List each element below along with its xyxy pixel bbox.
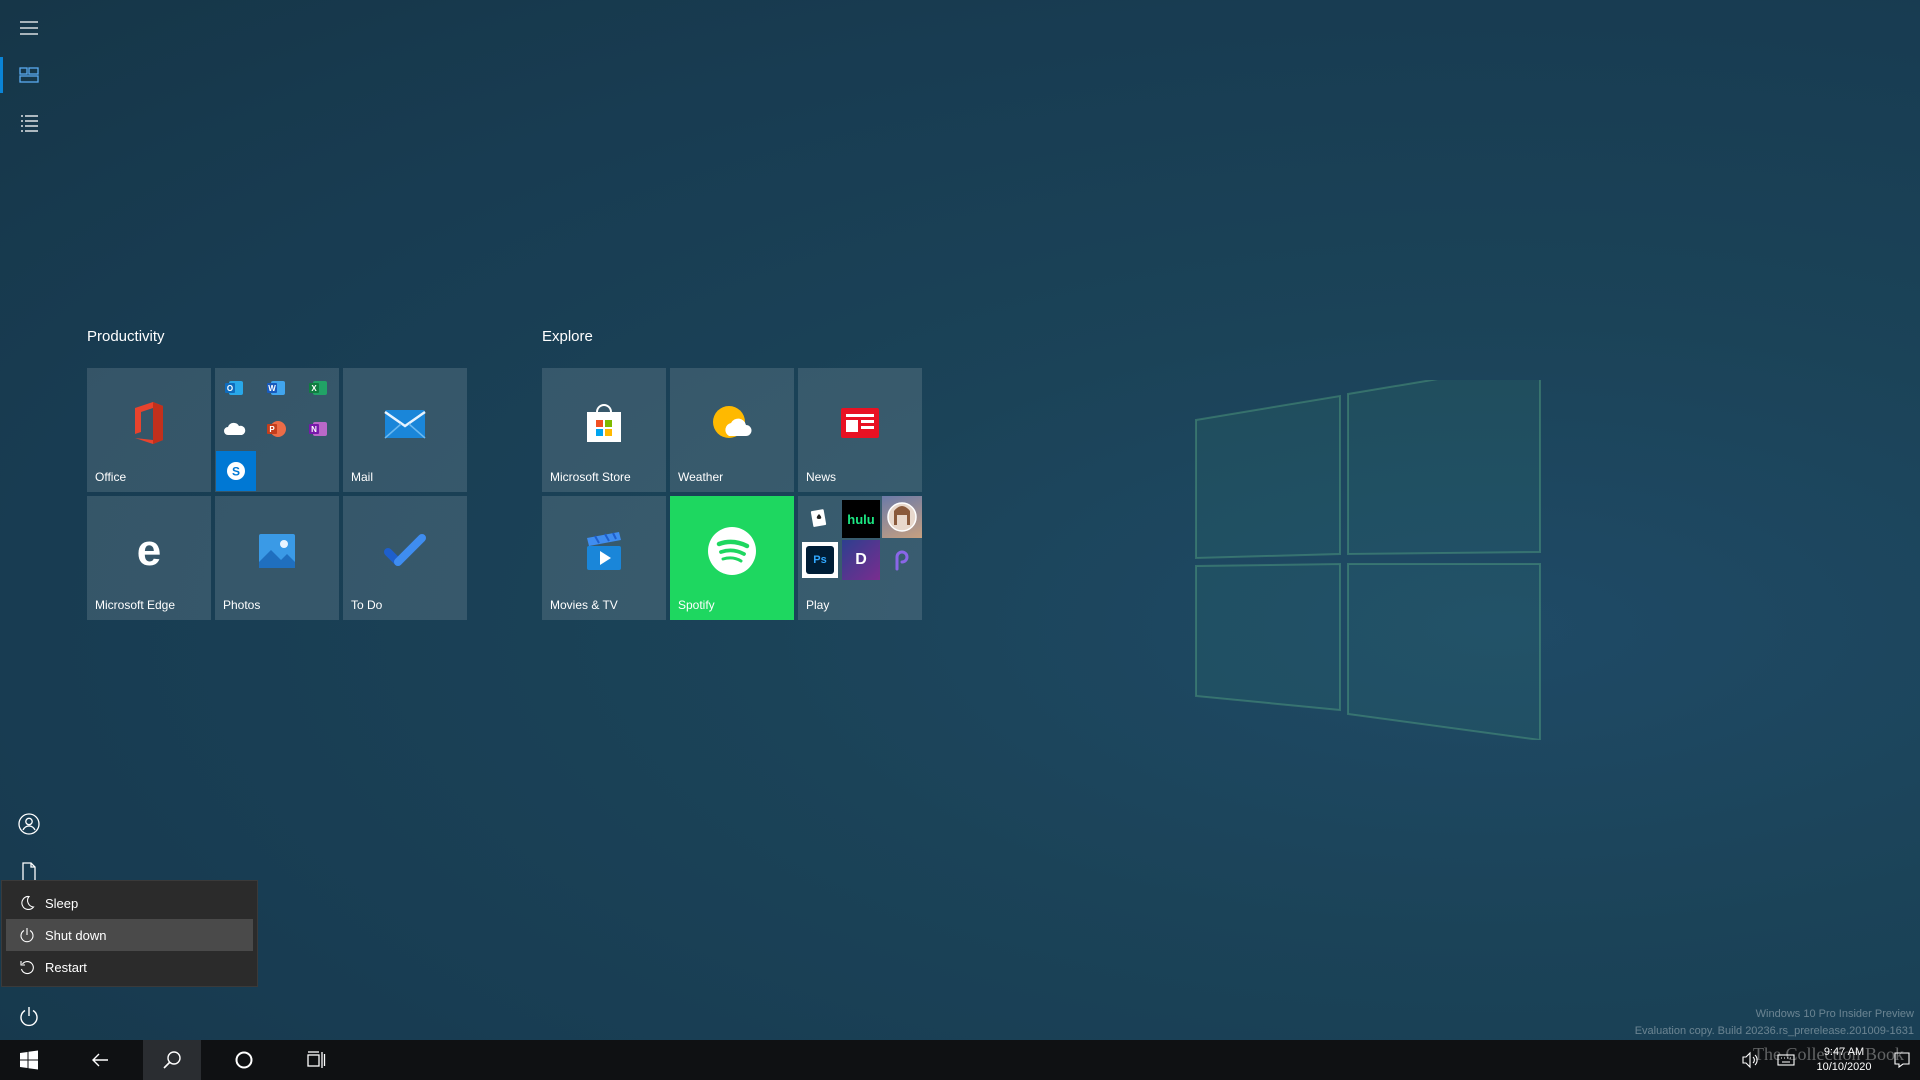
tile-microsoft-edge[interactable]: e Microsoft Edge: [87, 496, 211, 620]
tile-office[interactable]: Office: [87, 368, 211, 492]
svg-text:S: S: [232, 465, 240, 479]
menu-item-label: Restart: [45, 959, 87, 975]
excel-icon: X: [306, 375, 332, 401]
tile-office-apps-folder[interactable]: O W X P N S: [215, 368, 339, 492]
cortana-ring-icon: [235, 1051, 253, 1069]
cortana-button[interactable]: [215, 1040, 273, 1080]
dolby-access-icon: D: [842, 540, 880, 580]
tile-label: Weather: [678, 470, 724, 484]
back-button[interactable]: [71, 1040, 129, 1080]
outlook-icon: O: [222, 375, 248, 401]
tile-label: Play: [806, 598, 830, 612]
tile-to-do[interactable]: To Do: [343, 496, 467, 620]
tile-label: Movies & TV: [550, 598, 618, 612]
all-apps-button[interactable]: [0, 101, 58, 145]
skype-icon: S: [216, 451, 256, 491]
task-view-button[interactable]: [287, 1040, 345, 1080]
expand-menu-button[interactable]: [0, 6, 58, 50]
menu-icon: [20, 21, 38, 35]
tile-news[interactable]: News: [798, 368, 922, 492]
power-options-menu: Sleep Shut down Restart: [1, 880, 258, 987]
mail-icon: [384, 409, 426, 439]
power-icon: [20, 928, 34, 943]
photos-icon: [259, 533, 295, 568]
tile-label: Microsoft Edge: [95, 598, 176, 612]
tile-mail[interactable]: Mail: [343, 368, 467, 492]
news-icon: [841, 407, 879, 438]
menu-item-restart[interactable]: Restart: [6, 951, 253, 983]
tile-microsoft-store[interactable]: Microsoft Store: [542, 368, 666, 492]
taskbar: 9:47 AM 10/10/2020: [0, 1040, 1920, 1080]
tile-photos[interactable]: Photos: [215, 496, 339, 620]
tile-label: Photos: [223, 598, 261, 612]
store-icon: [587, 403, 621, 442]
group-title-explore[interactable]: Explore: [542, 328, 593, 345]
photoshop-logo: Ps: [806, 546, 834, 574]
tile-movies-tv[interactable]: Movies & TV: [542, 496, 666, 620]
tile-label: News: [806, 470, 837, 484]
svg-text:P: P: [269, 425, 275, 434]
sleep-moon-icon: [21, 895, 35, 911]
task-view-icon: [307, 1051, 326, 1068]
power-button[interactable]: [0, 994, 58, 1038]
pinned-tiles-button[interactable]: [0, 53, 58, 97]
brand-watermark: The Collection Book: [1753, 1044, 1904, 1064]
svg-text:W: W: [268, 384, 276, 393]
power-icon: [20, 1007, 38, 1027]
weather-icon: [713, 405, 752, 438]
group-title-productivity[interactable]: Productivity: [87, 328, 165, 345]
pinned-tiles-icon: [19, 67, 39, 83]
menu-item-label: Sleep: [45, 895, 79, 911]
search-button[interactable]: [143, 1040, 201, 1080]
tile-weather[interactable]: Weather: [670, 368, 794, 492]
movies-tv-icon: [587, 531, 621, 570]
svg-text:e: e: [137, 531, 161, 571]
wallpaper-windows-logo: [1195, 380, 1541, 740]
powerpoint-icon: P: [264, 416, 290, 442]
tile-label: To Do: [351, 598, 383, 612]
tile-label: Office: [95, 470, 127, 484]
office-icon: [135, 401, 163, 444]
photoshop-express-icon: Ps: [802, 542, 838, 578]
back-arrow-icon: [92, 1053, 108, 1067]
onedrive-icon: [222, 416, 248, 442]
onenote-icon: N: [306, 416, 332, 442]
build-watermark: Windows 10 Pro Insider Preview Evaluatio…: [1635, 1006, 1914, 1040]
svg-text:N: N: [311, 425, 317, 434]
tile-label: Spotify: [678, 598, 715, 612]
windows-logo-icon: [20, 1050, 38, 1070]
todo-checkmark-icon: [384, 533, 426, 566]
tile-label: Microsoft Store: [550, 470, 631, 484]
picsart-icon: [882, 542, 922, 578]
search-icon: [163, 1051, 181, 1069]
word-icon: W: [264, 375, 290, 401]
restart-icon: [20, 961, 34, 975]
tile-play-folder[interactable]: hulu Ps D Play: [798, 496, 922, 620]
all-apps-list-icon: [21, 115, 38, 132]
spotify-icon: [708, 526, 756, 575]
tile-spotify[interactable]: Spotify: [670, 496, 794, 620]
watermark-line2: Evaluation copy. Build 20236.rs_prerelea…: [1634, 1025, 1914, 1037]
svg-text:O: O: [227, 384, 233, 393]
game-avatar-icon: [882, 496, 922, 538]
start-button[interactable]: [0, 1040, 58, 1080]
solitaire-icon: [802, 500, 838, 536]
menu-item-label: Shut down: [45, 927, 107, 943]
menu-item-shut-down[interactable]: Shut down: [6, 919, 253, 951]
user-account-icon: [18, 813, 40, 835]
svg-text:X: X: [311, 384, 317, 393]
hulu-icon: hulu: [842, 500, 880, 538]
watermark-line1: Windows 10 Pro Insider Preview: [1755, 1008, 1914, 1020]
tile-label: Mail: [351, 470, 374, 484]
user-account-button[interactable]: [0, 802, 58, 846]
menu-item-sleep[interactable]: Sleep: [6, 887, 253, 919]
edge-icon: e: [137, 531, 161, 571]
